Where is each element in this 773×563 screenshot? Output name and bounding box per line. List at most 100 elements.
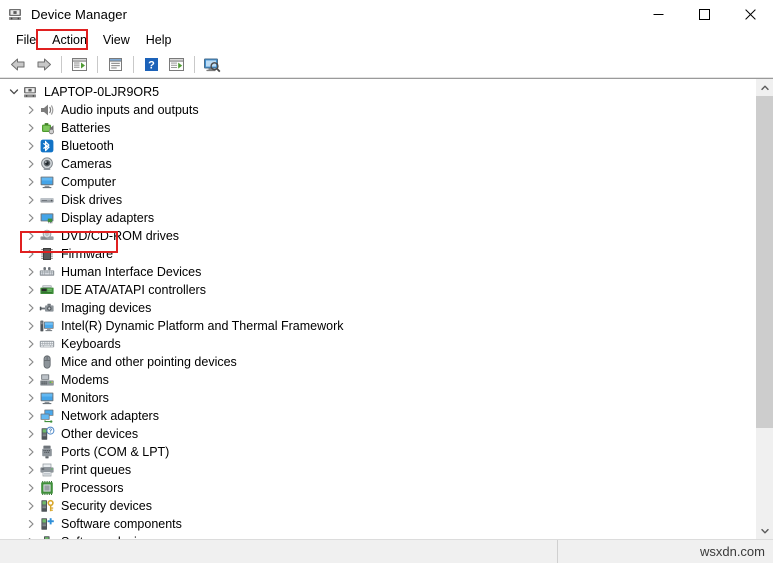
tree-item-label: Ports (COM & LPT) [61,445,170,459]
camera-icon [39,156,55,172]
platform-framework-icon [39,318,55,334]
tree-item-disk-drives[interactable]: Disk drives [0,191,755,209]
tree-item-display-adapters[interactable]: Display adapters [0,209,755,227]
status-bar: wsxdn.com [0,539,773,563]
tree-item-label: Disk drives [61,193,123,207]
monitor-icon [39,390,55,406]
tree-item-audio-inputs-and-outputs[interactable]: Audio inputs and outputs [0,101,755,119]
tree-item-label: Display adapters [61,211,155,225]
chevron-right-icon[interactable] [23,408,39,424]
tree-item-imaging-devices[interactable]: Imaging devices [0,299,755,317]
chevron-right-icon[interactable] [23,498,39,514]
menu-item-file[interactable]: File [8,31,44,49]
menu-item-action[interactable]: Action [44,31,95,49]
tree-item-label: Other devices [61,427,139,441]
update-driver-icon[interactable] [164,54,188,76]
tree-item-ide-ata-atapi-controllers[interactable]: IDE ATA/ATAPI controllers [0,281,755,299]
tree-item-keyboards[interactable]: Keyboards [0,335,755,353]
chevron-right-icon[interactable] [23,102,39,118]
tree-item-intel-dynamic-platform-and-thermal-framework[interactable]: Intel(R) Dynamic Platform and Thermal Fr… [0,317,755,335]
tree-item-bluetooth[interactable]: Bluetooth [0,137,755,155]
chevron-right-icon[interactable] [23,354,39,370]
tree-item-label: Modems [61,373,109,387]
back-icon[interactable] [6,54,30,76]
chevron-right-icon[interactable] [23,174,39,190]
chevron-right-icon[interactable] [23,372,39,388]
chevron-down-icon[interactable] [6,84,22,100]
device-manager-icon [7,6,23,22]
help-icon[interactable]: ? [139,54,163,76]
chevron-right-icon[interactable] [23,426,39,442]
scroll-up-button[interactable] [756,79,773,96]
chevron-right-icon[interactable] [23,300,39,316]
toolbar-separator [194,56,195,73]
chevron-right-icon[interactable] [23,462,39,478]
tree-item-batteries[interactable]: Batteries [0,119,755,137]
tree-item-modems[interactable]: Modems [0,371,755,389]
tree-item-print-queues[interactable]: Print queues [0,461,755,479]
tree-item-monitors[interactable]: Monitors [0,389,755,407]
firmware-chip-icon [39,246,55,262]
chevron-right-icon[interactable] [23,120,39,136]
chevron-right-icon[interactable] [23,228,39,244]
scan-for-hardware-changes-icon[interactable] [200,54,224,76]
tree-item-dvd-cd-rom-drives[interactable]: DVD/CD-ROM drives [0,227,755,245]
tree-item-software-components[interactable]: Software components [0,515,755,533]
chevron-right-icon[interactable] [23,480,39,496]
tree-item-label: Security devices [61,499,153,513]
tree-item-security-devices[interactable]: Security devices [0,497,755,515]
chevron-right-icon[interactable] [23,138,39,154]
tree-item-mice-and-other-pointing-devices[interactable]: Mice and other pointing devices [0,353,755,371]
properties-icon[interactable] [103,54,127,76]
chevron-right-icon[interactable] [23,246,39,262]
scroll-down-button[interactable] [756,522,773,539]
chevron-right-icon[interactable] [23,192,39,208]
chevron-right-icon[interactable] [23,156,39,172]
speaker-icon [39,102,55,118]
other-device-icon: ? [39,426,55,442]
chevron-right-icon[interactable] [23,282,39,298]
software-component-icon [39,516,55,532]
show-hide-console-tree-icon[interactable] [67,54,91,76]
menu-bar: File Action View Help [0,28,773,52]
chevron-right-icon[interactable] [23,318,39,334]
tree-item-other-devices[interactable]: ? Other devices [0,425,755,443]
device-manager-window: Device Manager File Action View Help ? L… [0,0,773,563]
tree-item-label: Intel(R) Dynamic Platform and Thermal Fr… [61,319,344,333]
chevron-right-icon[interactable] [23,444,39,460]
tree-item-label: Bluetooth [61,139,114,153]
minimize-button[interactable] [635,0,681,28]
close-button[interactable] [727,0,773,28]
chevron-right-icon[interactable] [23,210,39,226]
device-tree[interactable]: LAPTOP-0LJR9OR5 Audio inputs and outputs [0,79,755,539]
disk-drive-icon [39,192,55,208]
tree-item-label: Cameras [61,157,112,171]
svg-text:?: ? [49,429,52,435]
scrollbar-track[interactable] [756,96,773,522]
forward-icon[interactable] [31,54,55,76]
battery-icon [39,120,55,136]
tree-item-ports-com-and-lpt[interactable]: Ports (COM & LPT) [0,443,755,461]
vertical-scrollbar[interactable] [755,79,773,539]
scrollbar-thumb[interactable] [756,96,773,429]
tree-item-network-adapters[interactable]: Network adapters [0,407,755,425]
menu-item-help[interactable]: Help [138,31,180,49]
ide-controller-icon [39,282,55,298]
tree-item-label: IDE ATA/ATAPI controllers [61,283,206,297]
tree-item-computer[interactable]: Computer [0,173,755,191]
tree-item-label: Firmware [61,247,114,261]
tree-item-cameras[interactable]: Cameras [0,155,755,173]
chevron-right-icon[interactable] [23,516,39,532]
tree-root-node[interactable]: LAPTOP-0LJR9OR5 [0,83,755,101]
tree-item-human-interface-devices[interactable]: Human Interface Devices [0,263,755,281]
status-pane-right: wsxdn.com [558,540,773,563]
tree-item-firmware[interactable]: Firmware [0,245,755,263]
chevron-right-icon[interactable] [23,390,39,406]
printer-icon [39,462,55,478]
tree-item-processors[interactable]: Processors [0,479,755,497]
processor-icon [39,480,55,496]
chevron-right-icon[interactable] [23,264,39,280]
maximize-button[interactable] [681,0,727,28]
menu-item-view[interactable]: View [95,31,138,49]
chevron-right-icon[interactable] [23,336,39,352]
